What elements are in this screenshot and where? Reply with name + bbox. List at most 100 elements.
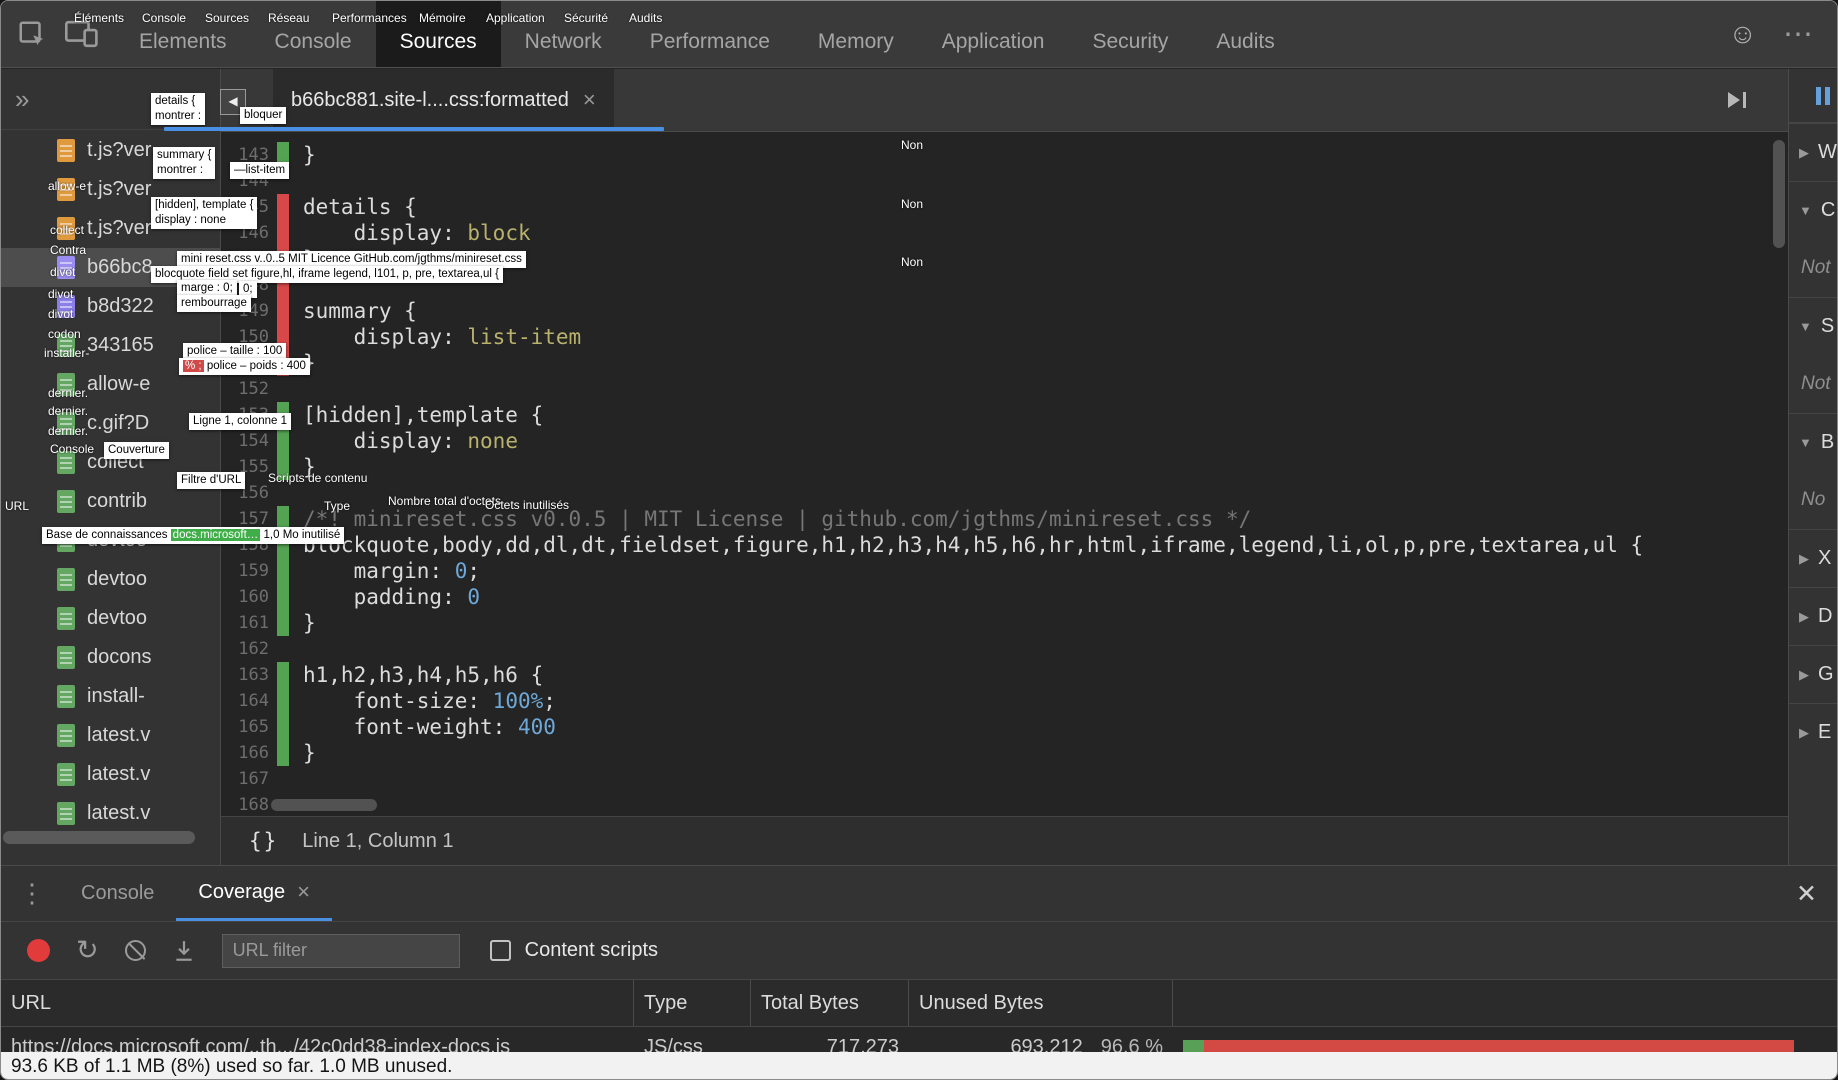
line-number[interactable]: 151 (221, 350, 277, 376)
line-number[interactable]: 153 (221, 402, 277, 428)
file-item-5[interactable]: 343165 (1, 326, 220, 365)
line-number[interactable]: 150 (221, 324, 277, 350)
file-item-6[interactable]: allow-e (1, 365, 220, 404)
play-panel-icon[interactable] (1728, 92, 1746, 108)
tab-audits[interactable]: Audits (1192, 1, 1298, 67)
sidebar-section-global-listeners[interactable]: ▶ G (1789, 645, 1837, 703)
tab-network[interactable]: Network (501, 1, 626, 67)
code-content[interactable]: [hidden],template { (303, 402, 543, 428)
file-item-14[interactable]: install- (1, 677, 220, 716)
more-tabs-chevron-icon[interactable]: » (15, 84, 29, 115)
code-content[interactable]: margin: 0; (303, 558, 480, 584)
content-scripts-checkbox[interactable] (489, 940, 511, 961)
line-number[interactable]: 159 (221, 558, 277, 584)
code-content[interactable]: summary { (303, 298, 417, 324)
sidebar-section-watch[interactable]: ▶ W (1789, 123, 1837, 181)
tab-application[interactable]: Application (918, 1, 1069, 67)
file-item-4[interactable]: b8d322 (1, 287, 220, 326)
code-content[interactable]: } (303, 350, 316, 376)
reload-icon[interactable]: ↻ (76, 937, 99, 964)
tab-elements[interactable]: Elements (115, 1, 251, 67)
line-number[interactable]: 163 (221, 662, 277, 688)
line-number[interactable]: 154 (221, 428, 277, 454)
tab-close-icon[interactable]: × (583, 89, 596, 111)
column-header-url[interactable]: URL (1, 980, 634, 1026)
line-number[interactable]: 156 (221, 480, 277, 506)
sidebar-section-dom-breakpoints[interactable]: ▶ D (1789, 587, 1837, 645)
line-number[interactable]: 158 (221, 532, 277, 558)
scrollbar-thumb[interactable] (3, 831, 195, 844)
tab-console[interactable]: Console (251, 1, 376, 67)
coverage-record-button[interactable] (27, 939, 50, 962)
code-content[interactable]: blockquote,body,dd,dl,dt,fieldset,figure… (303, 532, 1643, 558)
code-content[interactable]: } (303, 740, 316, 766)
code-content[interactable]: details { (303, 194, 417, 220)
code-content[interactable]: } (303, 610, 316, 636)
sidebar-section-scope[interactable]: ▼ S (1789, 297, 1837, 355)
file-item-11[interactable]: devtoo (1, 560, 220, 599)
drawer-close-button[interactable]: ✕ (1796, 866, 1817, 921)
line-number[interactable]: 144 (221, 168, 277, 194)
line-number[interactable]: 149 (221, 298, 277, 324)
file-item-15[interactable]: latest.v (1, 716, 220, 755)
pretty-print-icon[interactable]: {} (249, 829, 278, 853)
column-header-type[interactable]: Type (634, 980, 751, 1026)
file-item-8[interactable]: collect (1, 443, 220, 482)
line-number[interactable]: 155 (221, 454, 277, 480)
sidebar-section-breakpoints[interactable]: ▼ B (1789, 413, 1837, 471)
sidebar-section-call-stack[interactable]: ▼ C (1789, 181, 1837, 239)
file-item-10[interactable]: devtoo (1, 521, 220, 560)
line-number[interactable]: 164 (221, 688, 277, 714)
more-menu-icon[interactable]: ⋯ (1783, 17, 1815, 52)
device-toolbar-icon[interactable] (65, 19, 99, 49)
line-number[interactable]: 143 (221, 142, 277, 168)
tab-sources[interactable]: Sources (375, 1, 501, 67)
coverage-tab-close-icon[interactable]: × (297, 881, 310, 903)
line-number[interactable]: 152 (221, 376, 277, 402)
pause-script-icon[interactable] (1816, 86, 1830, 105)
sidebar-section-xhr-breakpoints[interactable]: ▶ X (1789, 529, 1837, 587)
line-number[interactable]: 145 (221, 194, 277, 220)
clear-icon[interactable] (124, 940, 146, 961)
code-content[interactable]: h1,h2,h3,h4,h5,h6 { (303, 662, 543, 688)
file-item-16[interactable]: latest.v (1, 755, 220, 794)
code-content[interactable]: } (303, 454, 316, 480)
sidebar-section-event-listener-breakpoints[interactable]: ▶ E (1789, 703, 1837, 761)
drawer-menu-icon[interactable]: ⋮ (1, 866, 59, 921)
code-content[interactable]: display: block (303, 220, 531, 246)
file-item-0[interactable]: t.js?ver (1, 131, 220, 170)
tab-security[interactable]: Security (1068, 1, 1192, 67)
line-number[interactable]: 147 (221, 246, 277, 272)
file-item-1[interactable]: t.js?ver (1, 170, 220, 209)
line-number[interactable]: 166 (221, 740, 277, 766)
column-header-total-bytes[interactable]: Total Bytes (751, 980, 909, 1026)
line-number[interactable]: 167 (221, 766, 277, 792)
file-item-2[interactable]: t.js?ver (1, 209, 220, 248)
file-item-12[interactable]: devtoo (1, 599, 220, 638)
line-number[interactable]: 157 (221, 506, 277, 532)
file-item-17[interactable]: latest.v (1, 794, 220, 833)
scrollbar-thumb[interactable] (271, 799, 377, 811)
editor-tab-css-formatted[interactable]: b66bc881.site-l....css:formatted × (273, 69, 614, 131)
export-download-icon[interactable] (172, 939, 196, 963)
column-header-unused-bytes[interactable]: Unused Bytes (909, 980, 1173, 1026)
line-number[interactable]: 160 (221, 584, 277, 610)
code-content[interactable]: } (303, 246, 316, 272)
file-item-7[interactable]: c.gif?D (1, 404, 220, 443)
line-number[interactable]: 161 (221, 610, 277, 636)
scrollbar-thumb[interactable] (1773, 140, 1785, 248)
line-number[interactable]: 146 (221, 220, 277, 246)
file-item-3[interactable]: b66bc8 (1, 248, 220, 287)
code-content[interactable]: /*! minireset.css v0.0.5 | MIT License |… (303, 506, 1251, 532)
inspect-icon[interactable] (17, 19, 47, 49)
tab-memory[interactable]: Memory (794, 1, 918, 67)
line-number[interactable]: 165 (221, 714, 277, 740)
line-number[interactable]: 148 (221, 272, 277, 298)
line-number[interactable]: 162 (221, 636, 277, 662)
code-content[interactable]: font-weight: 400 (303, 714, 556, 740)
file-item-9[interactable]: contrib (1, 482, 220, 521)
coverage-row[interactable]: https://docs.microsoft.com/..th.../42c0d… (1, 1027, 1837, 1052)
drawer-tab-coverage[interactable]: Coverage × (176, 866, 332, 921)
tab-performance[interactable]: Performance (626, 1, 794, 67)
code-content[interactable]: font-size: 100%; (303, 688, 556, 714)
